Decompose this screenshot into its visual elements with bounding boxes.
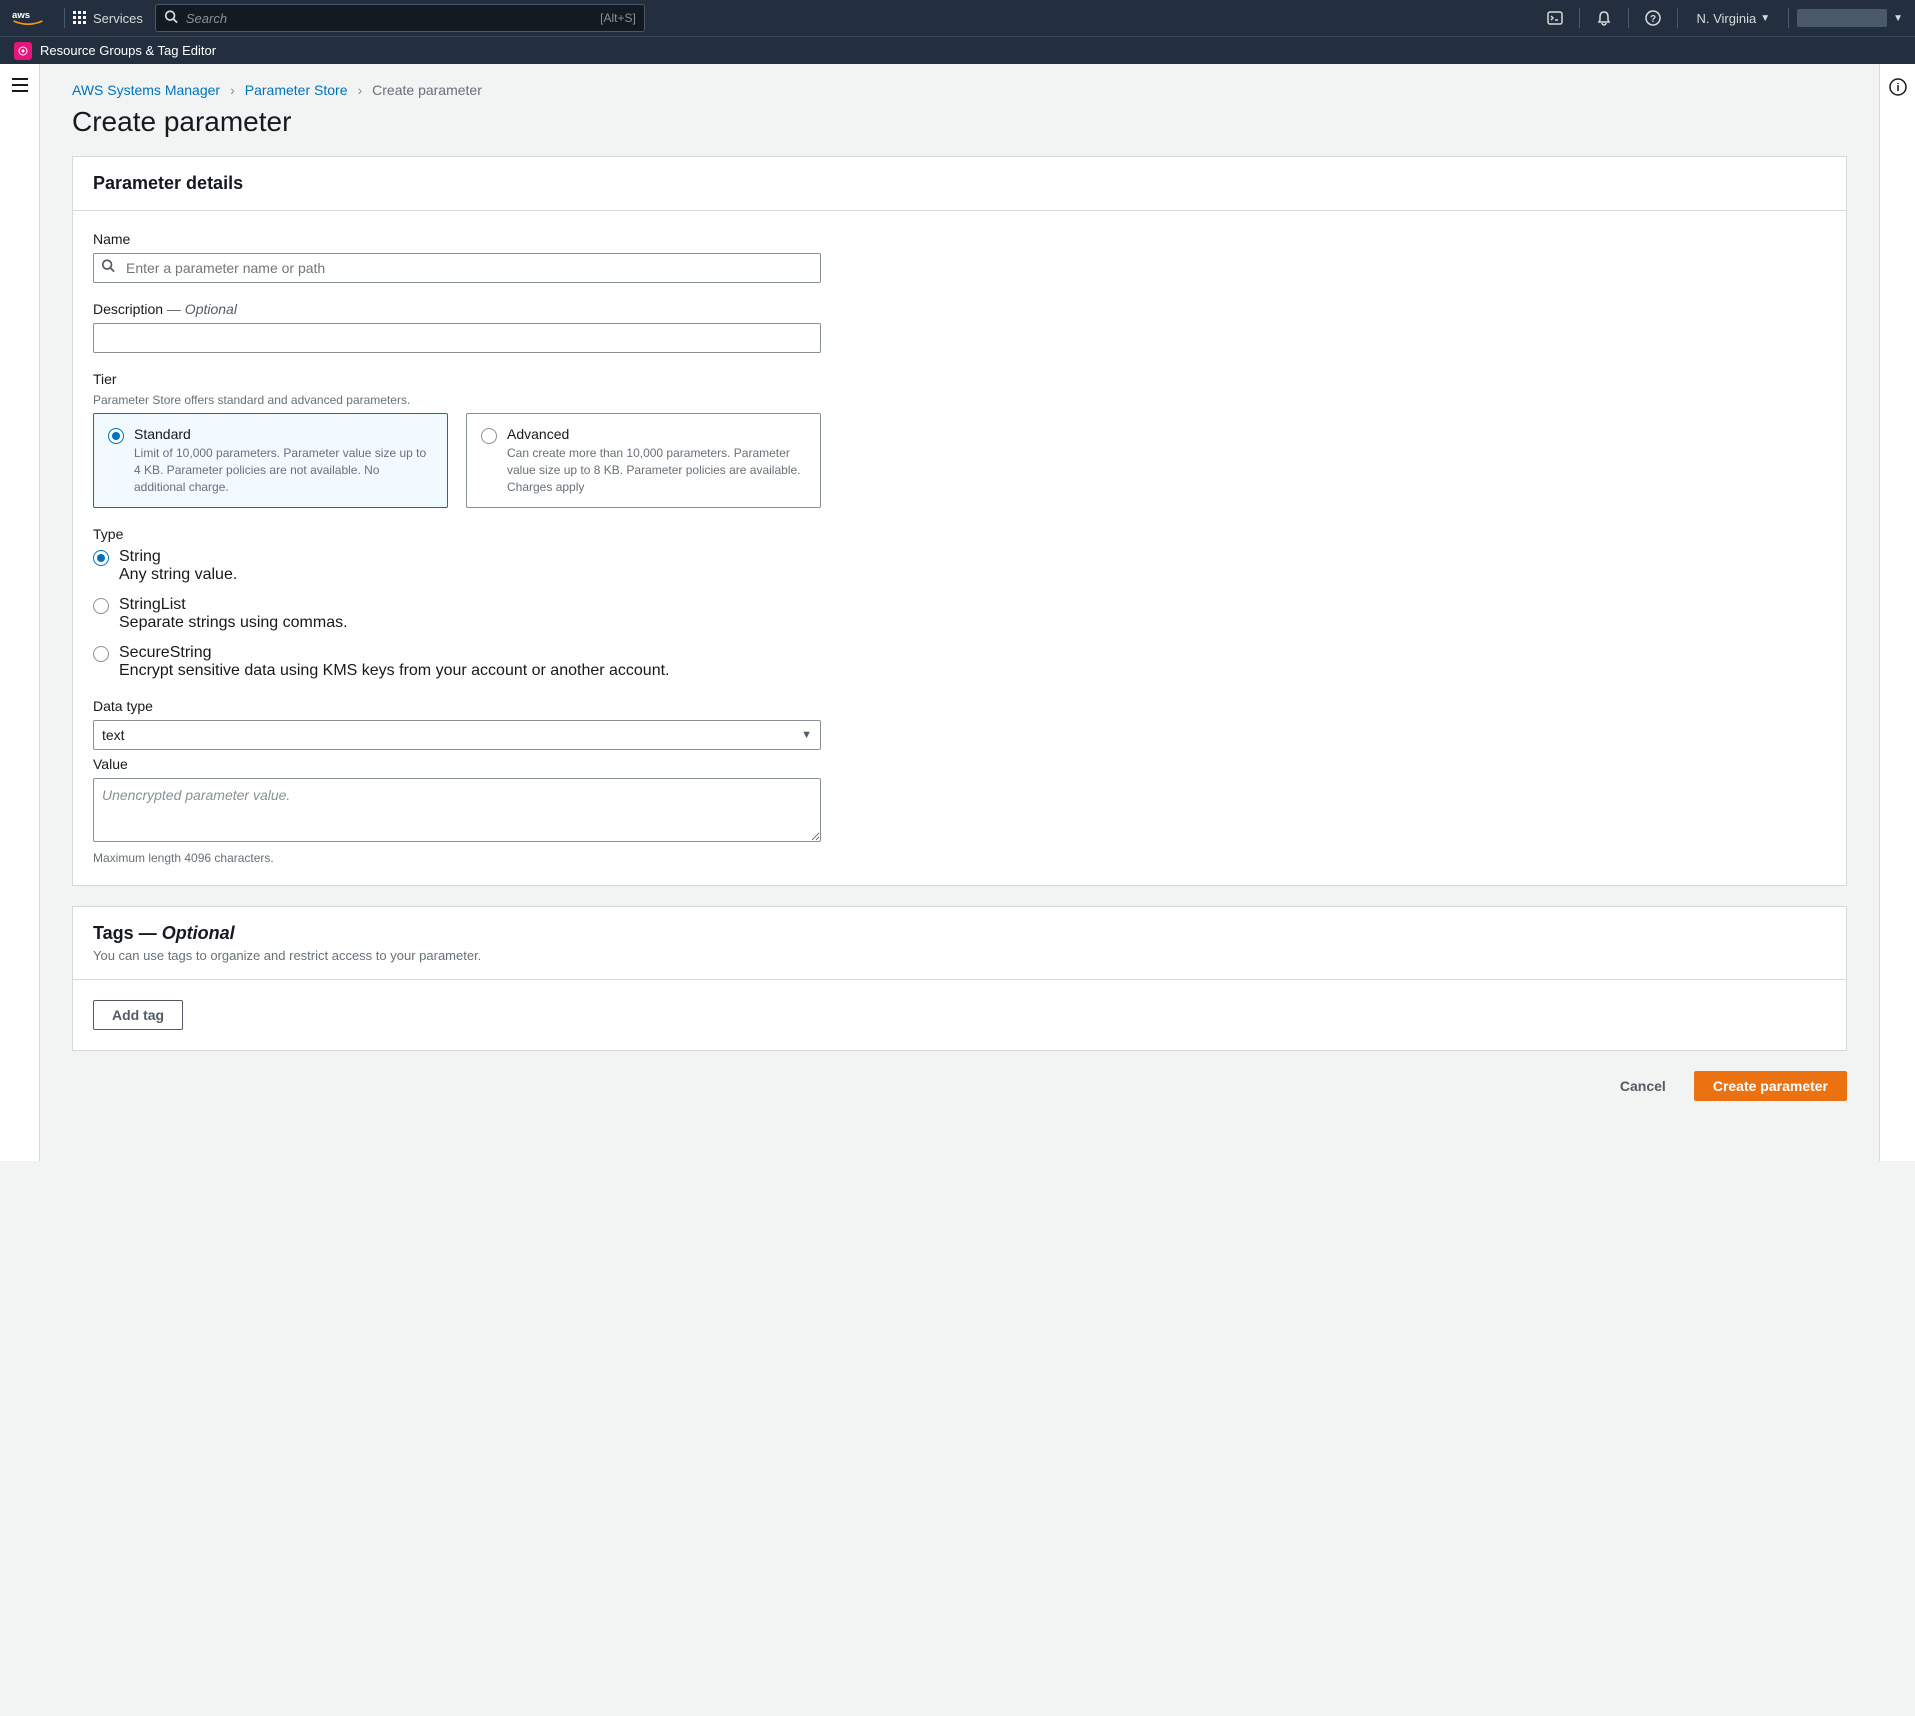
type-option-string[interactable]: String Any string value.	[93, 548, 1826, 584]
breadcrumb-systems-manager[interactable]: AWS Systems Manager	[72, 82, 220, 98]
radio-icon	[108, 428, 124, 444]
create-parameter-button[interactable]: Create parameter	[1694, 1071, 1847, 1101]
search-wrap[interactable]: [Alt+S]	[155, 4, 645, 32]
parameter-details-panel: Parameter details Name Description — Opt…	[72, 156, 1847, 886]
bell-icon	[1596, 10, 1612, 26]
name-input[interactable]	[93, 253, 821, 283]
tags-desc: You can use tags to organize and restric…	[93, 948, 1826, 963]
search-shortcut: [Alt+S]	[600, 11, 636, 25]
radio-icon	[93, 646, 109, 662]
type-title: StringList	[119, 596, 348, 614]
divider	[1579, 8, 1580, 28]
info-icon: i	[1889, 78, 1907, 96]
tags-panel: Tags — Optional You can use tags to orga…	[72, 906, 1847, 1051]
actions-row: Cancel Create parameter	[72, 1071, 1847, 1121]
page-title: Create parameter	[72, 106, 1847, 138]
tier-help: Parameter Store offers standard and adva…	[93, 393, 1826, 407]
breadcrumb: AWS Systems Manager › Parameter Store › …	[72, 82, 1847, 98]
tier-title: Advanced	[507, 426, 806, 442]
chevron-right-icon: ›	[357, 82, 362, 98]
divider	[64, 8, 65, 28]
info-handle[interactable]: i	[1879, 64, 1915, 1161]
type-desc: Encrypt sensitive data using KMS keys fr…	[119, 662, 670, 680]
caret-icon: ▼	[1760, 13, 1770, 24]
caret-down-icon: ▼	[801, 729, 812, 741]
type-desc: Any string value.	[119, 566, 237, 584]
svg-text:i: i	[1896, 82, 1899, 94]
type-option-stringlist[interactable]: StringList Separate strings using commas…	[93, 596, 1826, 632]
tier-tile-advanced[interactable]: Advanced Can create more than 10,000 par…	[466, 413, 821, 508]
caret-icon: ▼	[1893, 13, 1903, 24]
divider	[1628, 8, 1629, 28]
cloudshell-button[interactable]	[1541, 4, 1569, 32]
data-type-value: text	[102, 727, 125, 743]
tags-heading: Tags — Optional	[93, 923, 1826, 944]
tier-desc: Can create more than 10,000 parameters. …	[507, 445, 806, 495]
region-label: N. Virginia	[1696, 11, 1756, 26]
topnav: aws Services [Alt+S] ? N. Virginia ▼ ▼	[0, 0, 1915, 36]
name-label: Name	[93, 231, 1826, 247]
type-option-securestring[interactable]: SecureString Encrypt sensitive data usin…	[93, 644, 1826, 680]
breadcrumb-parameter-store[interactable]: Parameter Store	[245, 82, 348, 98]
add-tag-button[interactable]: Add tag	[93, 1000, 183, 1030]
value-help: Maximum length 4096 characters.	[93, 851, 1826, 865]
help-button[interactable]: ?	[1639, 4, 1667, 32]
data-type-select[interactable]: text ▼	[93, 720, 821, 750]
grid-icon	[73, 11, 87, 25]
help-icon: ?	[1645, 10, 1661, 26]
tier-title: Standard	[134, 426, 433, 442]
data-type-label: Data type	[93, 698, 1826, 714]
chevron-right-icon: ›	[230, 82, 235, 98]
search-icon	[101, 259, 115, 278]
radio-icon	[481, 428, 497, 444]
user-badge[interactable]	[1797, 9, 1887, 27]
region-selector[interactable]: N. Virginia ▼	[1696, 11, 1770, 26]
type-label: Type	[93, 526, 1826, 542]
value-textarea[interactable]	[93, 778, 821, 842]
cancel-button[interactable]: Cancel	[1602, 1071, 1684, 1101]
svg-text:aws: aws	[12, 9, 30, 20]
svg-text:?: ?	[1650, 14, 1656, 25]
resource-groups-link[interactable]: Resource Groups & Tag Editor	[40, 43, 216, 58]
radio-icon	[93, 550, 109, 566]
search-icon	[164, 10, 178, 27]
tier-tile-standard[interactable]: Standard Limit of 10,000 parameters. Par…	[93, 413, 448, 508]
notifications-button[interactable]	[1590, 4, 1618, 32]
aws-logo[interactable]: aws	[12, 8, 44, 29]
type-title: SecureString	[119, 644, 670, 662]
divider	[1677, 8, 1678, 28]
type-desc: Separate strings using commas.	[119, 614, 348, 632]
hamburger-icon	[12, 78, 28, 1161]
tier-desc: Limit of 10,000 parameters. Parameter va…	[134, 445, 433, 495]
services-label: Services	[93, 11, 143, 26]
sidebar-handle[interactable]	[0, 64, 40, 1161]
services-menu[interactable]: Services	[73, 11, 143, 26]
radio-icon	[93, 598, 109, 614]
resource-groups-icon	[14, 42, 32, 60]
description-label: Description — Optional	[93, 301, 1826, 317]
breadcrumb-current: Create parameter	[372, 82, 482, 98]
subnav: Resource Groups & Tag Editor	[0, 36, 1915, 64]
type-title: String	[119, 548, 237, 566]
search-input[interactable]	[156, 11, 644, 26]
divider	[1788, 8, 1789, 28]
description-input[interactable]	[93, 323, 821, 353]
parameter-details-heading: Parameter details	[93, 173, 1826, 194]
tier-label: Tier	[93, 371, 1826, 387]
value-label: Value	[93, 756, 1826, 772]
cloudshell-icon	[1546, 9, 1564, 27]
